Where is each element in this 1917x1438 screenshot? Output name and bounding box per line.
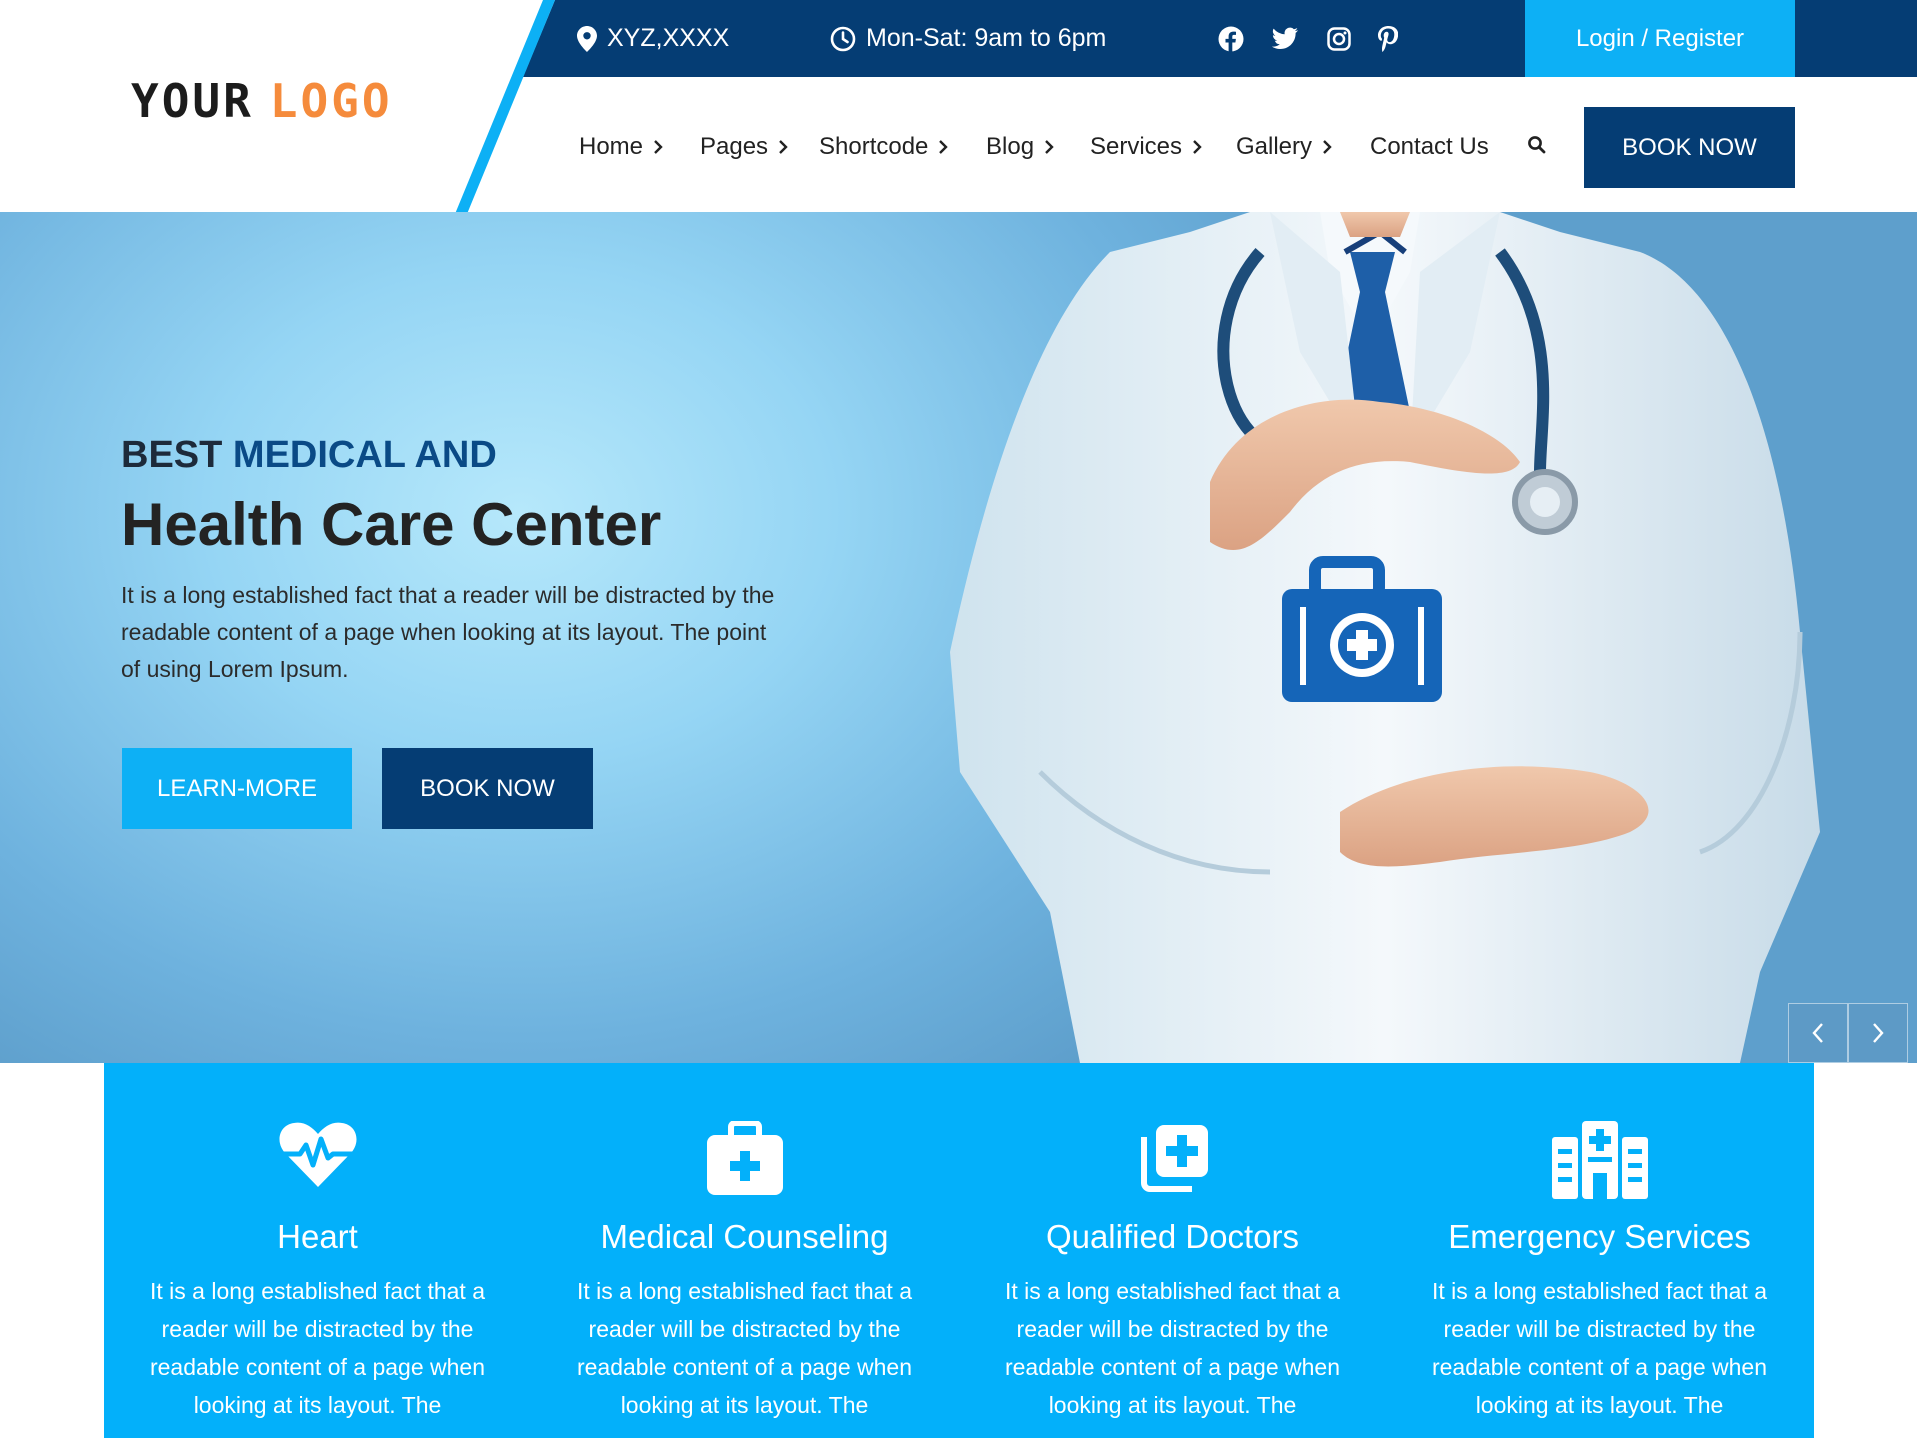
instagram-icon [1325,25,1353,53]
heart-pulse-icon [278,1122,357,1187]
location-text: XYZ,XXXX [607,24,730,52]
slider-prev-button[interactable] [1788,1003,1848,1063]
nav-item-label: Pages [700,133,769,160]
medical-kit-icon [706,1121,783,1195]
nav-item-label: Shortcode [819,133,929,160]
nav-item-shortcode[interactable]: Shortcode [819,122,949,172]
feature-card: Emergency Services It is a long establis… [1386,1063,1813,1438]
chevron-right-icon [1873,1023,1884,1043]
site-header: YOUR LOGO XYZ,XXXX Mon-Sat: 9am to 6pm Lo… [0,0,1917,214]
nav-item-gallery[interactable]: Gallery [1236,122,1332,172]
instagram-link[interactable] [1325,0,1353,77]
doctor-hero-image [950,212,1820,1063]
feature-text: It is a long established fact that a rea… [1431,1278,1768,1418]
facebook-link[interactable] [1217,0,1245,77]
location-info: XYZ,XXXX [577,0,729,77]
hospital-icon [1551,1121,1648,1199]
clinic-files-icon [1140,1125,1208,1192]
twitter-link[interactable] [1271,0,1299,77]
nav-item-label: Blog [986,133,1035,160]
feature-text: It is a long established fact that a rea… [576,1278,913,1418]
header-book-now-button[interactable]: BOOK NOW [1584,107,1795,188]
clock-icon [830,26,856,51]
nav-item-pages[interactable]: Pages [700,122,788,172]
chevron-right-icon [1045,140,1054,154]
header-divider-slash [455,0,555,214]
nav-item-label: Contact Us [1370,133,1489,160]
search-icon [1528,136,1546,154]
nav-item-blog[interactable]: Blog [986,122,1054,172]
hero-title: Health Care Center [121,491,662,558]
hours-info: Mon-Sat: 9am to 6pm [830,0,1106,77]
chevron-right-icon [779,140,788,154]
hero-kicker: BEST MEDICAL AND [121,434,497,477]
feature-title: Qualified Doctors [1045,1218,1300,1255]
map-pin-icon [577,25,597,52]
nav-item-contact-us[interactable]: Contact Us [1370,122,1489,172]
chevron-left-icon [1812,1023,1823,1043]
chevron-right-icon [1323,140,1332,154]
login-register-button[interactable]: Login / Register [1525,0,1795,77]
nav-item-label: Gallery [1236,133,1313,160]
feature-title: Medical Counseling [600,1218,889,1255]
pinterest-icon [1374,25,1402,53]
feature-text: It is a long established fact that a rea… [149,1278,486,1418]
feature-text: It is a long established fact that a rea… [1004,1278,1341,1418]
nav-item-services[interactable]: Services [1090,122,1202,172]
feature-title: Heart [277,1218,358,1255]
slider-next-button[interactable] [1848,1003,1908,1063]
feature-card: Qualified Doctors It is a long establish… [959,1063,1386,1438]
learn-more-button[interactable]: LEARN-MORE [122,748,352,829]
chevron-right-icon [1193,140,1202,154]
hero-kicker-accent: MEDICAL AND [232,434,497,476]
features-section: Heart It is a long established fact that… [104,1063,1814,1438]
nav-item-label: Home [579,133,644,160]
feature-card: Heart It is a long established fact that… [104,1063,531,1438]
chevron-right-icon [939,140,949,154]
nav-item-label: Services [1090,133,1183,160]
pinterest-link[interactable] [1374,0,1402,77]
chevron-right-icon [654,140,663,154]
hero-slider: BEST MEDICAL AND Health Care Center It i… [0,212,1917,1063]
hero-book-now-button[interactable]: BOOK NOW [382,748,593,829]
search-button[interactable] [1527,135,1547,160]
facebook-icon [1217,25,1245,53]
hours-text: Mon-Sat: 9am to 6pm [866,24,1107,52]
hero-kicker-plain: BEST [121,434,223,476]
feature-card: Medical Counseling It is a long establis… [531,1063,958,1438]
hero-description: It is a long established fact that a rea… [121,582,775,682]
twitter-icon [1271,25,1299,53]
nav-item-home[interactable]: Home [579,122,663,172]
feature-title: Emergency Services [1448,1218,1751,1255]
